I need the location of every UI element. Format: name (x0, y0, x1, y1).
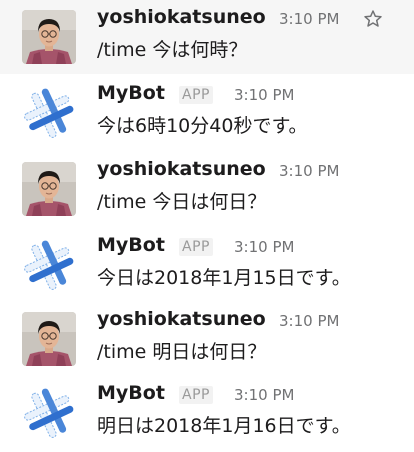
app-badge: APP (179, 86, 213, 104)
message-text: /time 今は何時？ (97, 39, 248, 61)
avatar[interactable] (22, 312, 76, 366)
message-row[interactable]: yoshiokatsuneo 3:10 PM /time 今は何時？ (0, 0, 414, 74)
bot-logo-icon (22, 386, 76, 440)
message-text: 明日は2018年1月16日です。 (97, 415, 351, 437)
user-photo-avatar (22, 312, 76, 366)
timestamp[interactable]: 3:10 PM (234, 238, 294, 256)
avatar[interactable] (22, 10, 76, 64)
avatar[interactable] (22, 386, 76, 440)
author-name[interactable]: yoshiokatsuneo (97, 308, 266, 330)
avatar[interactable] (22, 86, 76, 140)
author-name[interactable]: yoshiokatsuneo (97, 6, 266, 28)
timestamp[interactable]: 3:10 PM (279, 312, 339, 330)
avatar[interactable] (22, 162, 76, 216)
timestamp[interactable]: 3:10 PM (279, 10, 339, 28)
app-badge: APP (179, 238, 213, 256)
message-row[interactable]: MyBot APP 3:10 PM 明日は2018年1月16日です。 (0, 376, 414, 450)
author-name[interactable]: MyBot (97, 382, 165, 404)
author-name[interactable]: yoshiokatsuneo (97, 158, 266, 180)
app-badge: APP (179, 386, 213, 404)
message-row[interactable]: yoshiokatsuneo 3:10 PM /time 明日は何日？ (0, 302, 414, 376)
message-text: /time 明日は何日？ (97, 341, 267, 363)
message-row[interactable]: yoshiokatsuneo 3:10 PM /time 今日は何日？ (0, 152, 414, 226)
timestamp[interactable]: 3:10 PM (279, 162, 339, 180)
timestamp[interactable]: 3:10 PM (234, 86, 294, 104)
message-row[interactable]: MyBot APP 3:10 PM 今日は2018年1月15日です。 (0, 228, 414, 302)
bot-logo-icon (22, 86, 76, 140)
user-photo-avatar (22, 162, 76, 216)
user-photo-avatar (22, 10, 76, 64)
avatar[interactable] (22, 238, 76, 292)
message-text: 今は6時10分40秒です。 (97, 115, 308, 137)
timestamp[interactable]: 3:10 PM (234, 386, 294, 404)
message-text: /time 今日は何日？ (97, 191, 267, 213)
bot-logo-icon (22, 238, 76, 292)
message-text: 今日は2018年1月15日です。 (97, 267, 351, 289)
author-name[interactable]: MyBot (97, 234, 165, 256)
star-icon[interactable] (363, 9, 383, 29)
author-name[interactable]: MyBot (97, 82, 165, 104)
message-row[interactable]: MyBot APP 3:10 PM 今は6時10分40秒です。 (0, 76, 414, 150)
